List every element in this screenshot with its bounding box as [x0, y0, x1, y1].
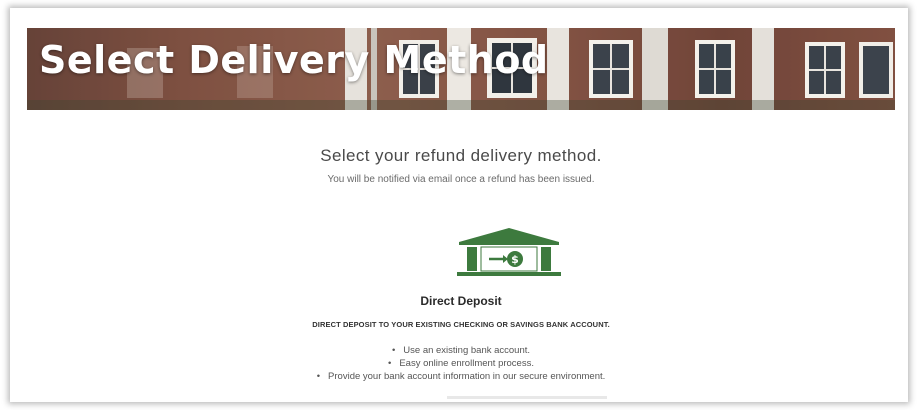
list-item: Provide your bank account information in…: [27, 370, 895, 383]
svg-text:$: $: [511, 253, 519, 266]
header-banner: Select Delivery Method: [27, 28, 895, 110]
list-item: Use an existing bank account.: [27, 344, 895, 357]
section-subheading: You will be notified via email once a re…: [327, 174, 595, 185]
main-content: Select your refund delivery method. You …: [27, 110, 895, 402]
option-benefits-list: Use an existing bank account. Easy onlin…: [27, 344, 895, 383]
list-item: Easy online enrollment process.: [27, 357, 895, 370]
section-heading: Select your refund delivery method.: [320, 146, 602, 165]
bank-deposit-icon[interactable]: $: [457, 228, 561, 276]
page-frame: Select Delivery Method Select your refun…: [10, 8, 908, 402]
faint-divider: [447, 396, 607, 399]
page-title: Select Delivery Method: [39, 38, 549, 82]
option-title-direct-deposit[interactable]: Direct Deposit: [27, 294, 895, 308]
option-description: DIRECT DEPOSIT TO YOUR EXISTING CHECKING…: [312, 320, 610, 329]
